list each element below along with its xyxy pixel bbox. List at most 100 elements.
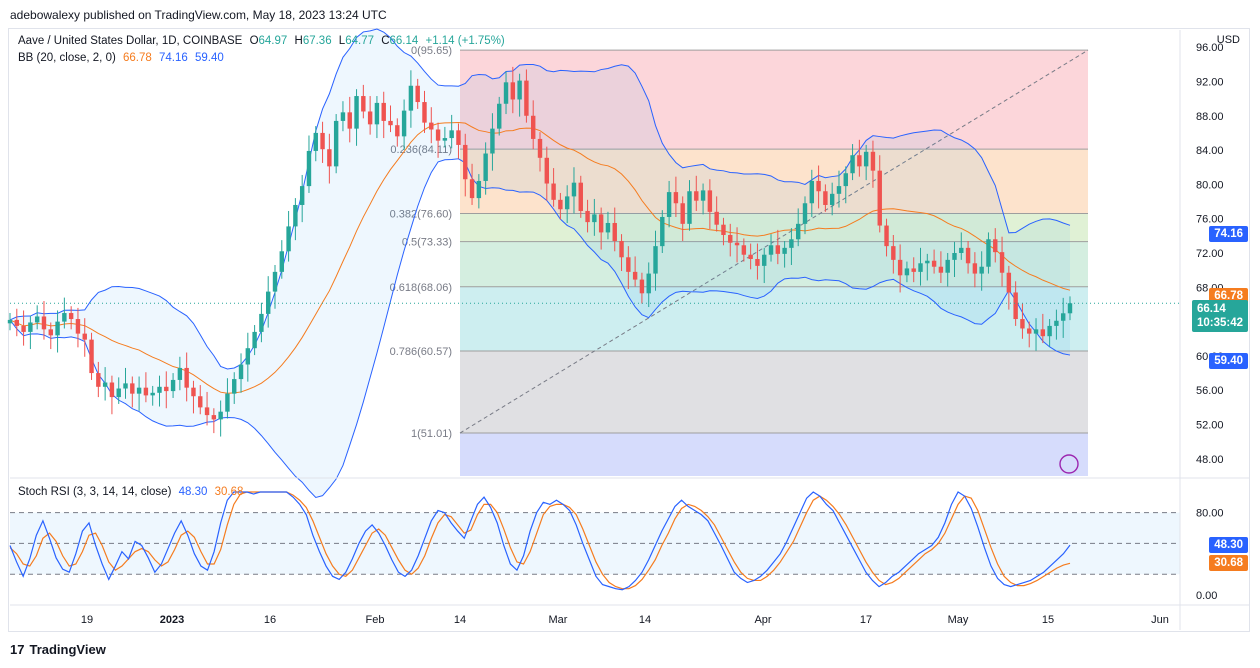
time-tick: Apr (754, 614, 771, 626)
candle-body (164, 386, 169, 392)
candle-body (252, 331, 257, 349)
candle-body (96, 373, 101, 387)
candle-body (680, 203, 685, 224)
fib-zone (460, 351, 1088, 434)
candle-body (68, 313, 74, 320)
candle-body (503, 82, 509, 104)
candle-body (1006, 272, 1012, 293)
candle-body (320, 132, 325, 150)
candle-body (816, 180, 821, 192)
candle-body (945, 259, 950, 273)
bb-upper-value: 74.16 (158, 52, 188, 64)
main-chart[interactable]: 0(95.65)0.236(84.11)0.382(76.60)0.5(73.3… (0, 0, 1260, 668)
rsi-k-value: 48.30 (178, 486, 208, 498)
symbol-legend[interactable]: Aave / United States Dollar, 1D, COINBAS… (18, 35, 505, 47)
candle-body (544, 157, 550, 184)
candle-body (632, 271, 638, 280)
candle-body (463, 144, 468, 180)
candle-body (1040, 329, 1046, 337)
candle-body (673, 192, 679, 204)
tradingview-logo[interactable]: 17 TradingView (10, 642, 106, 657)
time-tick: Jun (1151, 614, 1169, 626)
candle-body (41, 316, 47, 330)
candle-body (211, 415, 217, 420)
candle-body (218, 411, 223, 420)
candle-body (14, 319, 20, 326)
price-tick: 72.00 (1196, 248, 1224, 260)
candle-body (829, 193, 835, 205)
candle-body (551, 183, 556, 200)
candle-body (150, 392, 155, 396)
candle-body (863, 151, 869, 167)
candle-body (884, 225, 889, 247)
candle-body (700, 190, 706, 201)
time-tick: 17 (860, 614, 872, 626)
candle-body (782, 247, 787, 254)
candle-body (877, 170, 882, 226)
candle-body (598, 214, 604, 233)
candle-body (986, 239, 991, 267)
candle-body (775, 245, 781, 254)
candle-body (925, 260, 930, 264)
candle-body (367, 111, 373, 125)
candle-body (952, 253, 957, 260)
candle-body (1067, 303, 1073, 314)
candle-body (89, 339, 94, 374)
fib-label: 1(51.01) (411, 428, 452, 440)
candle-body (34, 316, 40, 323)
candle-body (123, 383, 128, 389)
fib-label: 0.5(73.33) (402, 237, 452, 249)
candle-body (918, 263, 923, 272)
candle-body (728, 234, 733, 243)
price-tick: 92.00 (1196, 76, 1224, 88)
candle-body (232, 379, 237, 394)
candle-body (870, 151, 876, 171)
candle-body (354, 96, 359, 129)
candle-body (75, 319, 81, 334)
fib-label: 0.618(68.06) (390, 282, 452, 294)
candle-body (449, 130, 454, 139)
candle-body (116, 388, 121, 398)
bb-legend[interactable]: BB (20, close, 2, 0) 66.78 74.16 59.40 (18, 52, 224, 64)
ohlc-high: H67.36 (294, 35, 332, 47)
candle-body (109, 382, 115, 398)
candle-body (768, 245, 774, 255)
candle-body (897, 259, 903, 276)
rsi-legend[interactable]: Stoch RSI (3, 3, 14, 14, close) 48.30 30… (18, 486, 243, 498)
candle-body (184, 367, 189, 388)
candle-body (265, 291, 271, 314)
candle-body (177, 367, 183, 380)
rsi-d-value: 30.68 (214, 486, 244, 498)
candle-body (483, 153, 488, 181)
candle-body (374, 102, 380, 125)
rsi-tick: 80.00 (1196, 508, 1224, 520)
candle-body (999, 252, 1005, 273)
candle-body (755, 259, 760, 266)
price-change: +1.14 (+1.75%) (425, 35, 505, 47)
time-tick: Mar (549, 614, 568, 626)
candle-body (959, 247, 964, 253)
candle-body (204, 407, 210, 416)
candle-body (130, 383, 135, 394)
fib-zone (460, 433, 1088, 476)
candle-body (143, 387, 149, 396)
candle-body (401, 110, 407, 137)
bb-upper-badge: 74.16 (1209, 226, 1248, 243)
rsi-label: Stoch RSI (3, 3, 14, 14, close) (18, 486, 172, 498)
currency-label[interactable]: USD (1217, 34, 1240, 46)
bb-lower-badge: 59.40 (1209, 353, 1248, 370)
candle-body (306, 150, 312, 187)
candle-body (469, 179, 475, 199)
price-tick: 84.00 (1196, 145, 1224, 157)
last-price-badge: 66.14 10:35:42 (1191, 300, 1248, 333)
price-tick: 48.00 (1196, 454, 1224, 466)
candle-body (605, 222, 611, 233)
candle-body (993, 239, 998, 253)
candle-body (361, 96, 366, 112)
candle-body (626, 257, 631, 272)
candle-body (191, 387, 196, 397)
candle-body (456, 130, 461, 145)
candle-body (687, 191, 692, 224)
candle-body (524, 80, 529, 116)
symbol-name: Aave / United States Dollar, 1D, COINBAS… (18, 35, 243, 47)
